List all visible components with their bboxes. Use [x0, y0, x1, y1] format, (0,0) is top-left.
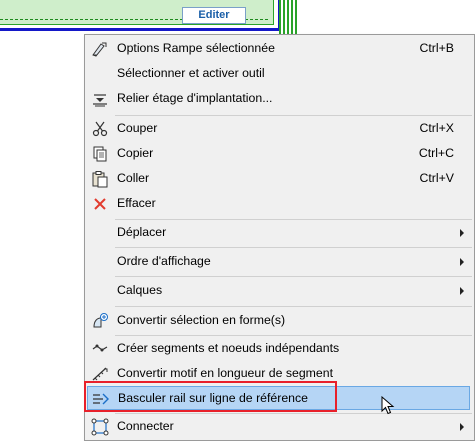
menu-item-display-order[interactable]: Ordre d'affichage [87, 250, 470, 274]
menu-separator [115, 219, 472, 220]
menu-item-label: Sélectionner et activer outil [117, 66, 265, 80]
connect-icon [91, 418, 109, 436]
menu-item-label: Ordre d'affichage [117, 254, 211, 268]
menu-item-shortcut: Ctrl+C [418, 146, 454, 160]
menu-item-label: Calques [117, 283, 163, 297]
menu-item-label: Effacer [117, 196, 156, 210]
menu-item-switch-rail-reference[interactable]: Basculer rail sur ligne de référence [87, 386, 470, 410]
menu-item-select-activate-tool[interactable]: Sélectionner et activer outil [87, 62, 470, 86]
menu-item-label: Copier [117, 146, 154, 160]
menu-item-label: Coller [117, 171, 150, 185]
scissors-icon [91, 120, 109, 138]
submenu-arrow-icon [460, 229, 464, 237]
ramp-settings-icon [91, 40, 109, 58]
copy-icon [91, 145, 109, 163]
menu-item-delete[interactable]: Effacer [87, 192, 470, 216]
menu-item-label: Créer segments et noeuds indépendants [117, 341, 340, 355]
menu-item-label: Basculer rail sur ligne de référence [118, 391, 309, 405]
context-menu: Options Rampe sélectionnée Ctrl+B Sélect… [84, 34, 475, 441]
menu-separator [115, 335, 472, 336]
menu-item-label: Convertir motif en longueur de segment [117, 366, 333, 380]
submenu-arrow-icon [460, 287, 464, 295]
menu-separator [115, 413, 472, 414]
menu-separator [115, 115, 472, 116]
menu-item-convert-to-shape[interactable]: Convertir sélection en forme(s) [87, 309, 470, 333]
rail-line[interactable] [279, 0, 281, 34]
menu-item-connect[interactable]: Connecter [87, 415, 470, 439]
menu-item-ramp-options[interactable]: Options Rampe sélectionnée Ctrl+B [87, 37, 470, 61]
submenu-arrow-icon [460, 423, 464, 431]
menu-separator [115, 276, 472, 277]
menu-item-label: Options Rampe sélectionnée [117, 41, 275, 55]
menu-separator [115, 306, 472, 307]
menu-item-copy[interactable]: Copier Ctrl+C [87, 142, 470, 166]
menu-item-layers[interactable]: Calques [87, 279, 470, 303]
menu-item-shortcut: Ctrl+X [419, 121, 454, 135]
menu-item-label: Convertir sélection en forme(s) [117, 313, 286, 327]
menu-item-create-segments-nodes[interactable]: Créer segments et noeuds indépendants [87, 337, 470, 361]
edit-tag[interactable]: Editer [182, 7, 246, 24]
menu-item-cut[interactable]: Couper Ctrl+X [87, 117, 470, 141]
delete-icon [91, 195, 109, 213]
switch-rail-icon [92, 390, 110, 408]
menu-item-move[interactable]: Déplacer [87, 221, 470, 245]
mouse-pointer-icon [381, 395, 395, 419]
pattern-length-icon [91, 365, 109, 383]
menu-separator [115, 247, 472, 248]
menu-item-link-story[interactable]: Relier étage d'implantation... [87, 87, 470, 111]
story-link-icon [91, 90, 109, 108]
menu-item-label: Relier étage d'implantation... [117, 91, 273, 105]
menu-item-label: Connecter [117, 419, 174, 433]
menu-item-convert-pattern-length[interactable]: Convertir motif en longueur de segment [87, 362, 470, 386]
submenu-arrow-icon [460, 258, 464, 266]
segments-nodes-icon [91, 340, 109, 358]
convert-shape-icon [91, 312, 109, 330]
menu-item-label: Couper [117, 121, 158, 135]
menu-item-paste[interactable]: Coller Ctrl+V [87, 167, 470, 191]
menu-item-shortcut: Ctrl+B [419, 41, 454, 55]
menu-item-label: Déplacer [117, 225, 167, 239]
menu-item-shortcut: Ctrl+V [419, 171, 454, 185]
paste-icon [91, 170, 109, 188]
rail-line[interactable] [283, 0, 285, 38]
